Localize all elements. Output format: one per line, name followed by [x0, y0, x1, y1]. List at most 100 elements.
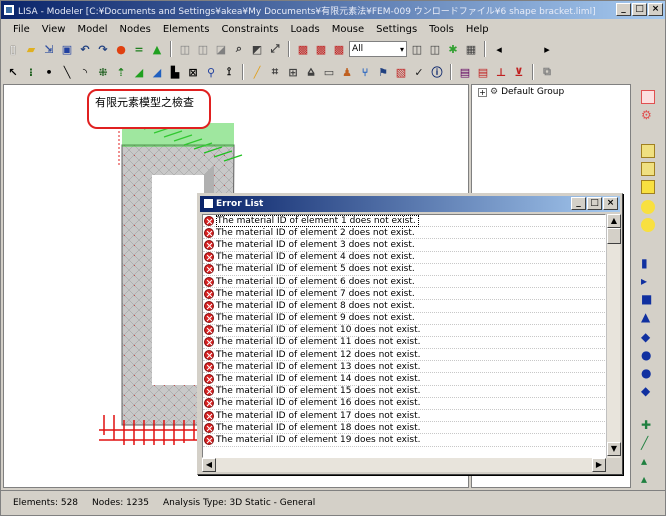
- star-icon[interactable]: ✱: [445, 41, 461, 57]
- shape-icon-3[interactable]: ■: [641, 292, 655, 306]
- resize-grip[interactable]: [606, 458, 620, 472]
- scroll-thumb[interactable]: [607, 228, 621, 244]
- rotate-icon[interactable]: ⤢: [267, 41, 283, 57]
- dialog-maximize-button[interactable]: □: [587, 197, 602, 210]
- error-row[interactable]: The material ID of element 15 does not e…: [203, 386, 605, 398]
- graph-icon[interactable]: ⟟: [221, 64, 237, 80]
- display-icon-3[interactable]: [641, 144, 655, 158]
- fill-icon[interactable]: ▧: [393, 64, 409, 80]
- menu-file[interactable]: File: [7, 24, 36, 35]
- flag-icon[interactable]: ⚑: [375, 64, 391, 80]
- shape-icon[interactable]: ⩠: [303, 64, 319, 80]
- close-button[interactable]: ×: [648, 3, 663, 16]
- shape-icon-8[interactable]: ◆: [641, 384, 655, 398]
- shape-icon-12[interactable]: ▴: [641, 472, 655, 486]
- node-pick-icon[interactable]: ⁝: [23, 64, 39, 80]
- error-row[interactable]: The material ID of element 14 does not e…: [203, 373, 605, 386]
- menu-tools[interactable]: Tools: [423, 24, 460, 35]
- error-row[interactable]: The material ID of element 2 does not ex…: [203, 227, 605, 240]
- error-row[interactable]: The material ID of element 18 does not e…: [203, 422, 605, 435]
- constraint-icon-1[interactable]: ▤: [457, 64, 473, 80]
- triangle-icon[interactable]: ▲: [149, 41, 165, 57]
- menu-settings[interactable]: Settings: [370, 24, 423, 35]
- error-row[interactable]: The material ID of element 9 does not ex…: [203, 313, 605, 325]
- check-model-icon[interactable]: ●: [113, 41, 129, 57]
- box-icon[interactable]: ⊠: [185, 64, 201, 80]
- node-icon[interactable]: •: [41, 64, 57, 80]
- view-icon-1[interactable]: ◫: [177, 41, 193, 57]
- mesh-icon-2[interactable]: ◢: [149, 64, 165, 80]
- element-numbers-icon[interactable]: ▩: [313, 41, 329, 57]
- shape-icon-2[interactable]: ▸: [641, 274, 655, 288]
- scroll-down-icon[interactable]: ▼: [607, 442, 621, 456]
- error-row[interactable]: The material ID of element 13 does not e…: [203, 361, 605, 374]
- group-select[interactable]: All ▾: [349, 41, 407, 57]
- solid-icon[interactable]: ⌗: [267, 64, 283, 80]
- menu-mouse[interactable]: Mouse: [326, 24, 370, 35]
- import-icon[interactable]: ⇲: [41, 41, 57, 57]
- mesh-icon-3[interactable]: ▙: [167, 64, 183, 80]
- shape-icon-10[interactable]: ╱: [641, 436, 655, 450]
- display-icon-4[interactable]: [641, 162, 655, 176]
- scroll-left-icon[interactable]: ◂: [491, 41, 507, 57]
- check-mark-icon[interactable]: ✓: [411, 64, 427, 80]
- error-row[interactable]: The material ID of element 4 does not ex…: [203, 252, 605, 264]
- display-icon-1[interactable]: [641, 90, 655, 104]
- grid-icon[interactable]: ⊞: [285, 64, 301, 80]
- error-row[interactable]: The material ID of element 3 does not ex…: [203, 239, 605, 252]
- shape-icon-9[interactable]: ✚: [641, 418, 655, 432]
- dialog-close-button[interactable]: ×: [603, 197, 618, 210]
- undo-icon[interactable]: ↶: [77, 41, 93, 57]
- show-icon[interactable]: ▩: [331, 41, 347, 57]
- person-icon[interactable]: ♟: [339, 64, 355, 80]
- force-icon-1[interactable]: ⊥: [493, 64, 509, 80]
- paste-icon[interactable]: ◫: [427, 41, 443, 57]
- error-row[interactable]: The material ID of element 1 does not ex…: [203, 215, 605, 228]
- zoom-window-icon[interactable]: ◩: [249, 41, 265, 57]
- scroll-right-icon[interactable]: ▶: [592, 458, 606, 472]
- zoom-icon[interactable]: ⌕: [231, 41, 247, 57]
- props-icon[interactable]: ▦: [463, 41, 479, 57]
- display-icon-6[interactable]: [641, 200, 655, 214]
- error-row[interactable]: The material ID of element 19 does not e…: [203, 434, 605, 447]
- rect-icon[interactable]: ▭: [321, 64, 337, 80]
- error-row[interactable]: The material ID of element 8 does not ex…: [203, 300, 605, 313]
- maximize-button[interactable]: □: [632, 3, 647, 16]
- error-row[interactable]: The material ID of element 17 does not e…: [203, 410, 605, 423]
- select-icon[interactable]: ↖: [5, 64, 21, 80]
- copy-icon[interactable]: ◫: [409, 41, 425, 57]
- display-icon-2[interactable]: ⚙: [641, 108, 655, 122]
- display-icon-5[interactable]: [641, 180, 655, 194]
- shape-icon-1[interactable]: ▮: [641, 256, 655, 270]
- line-icon[interactable]: ╲: [59, 64, 75, 80]
- error-row[interactable]: The material ID of element 16 does not e…: [203, 398, 605, 410]
- error-list[interactable]: The material ID of element 1 does not ex…: [202, 214, 606, 458]
- force-icon-2[interactable]: ⊻: [511, 64, 527, 80]
- view-icon-2[interactable]: ◫: [195, 41, 211, 57]
- view-icon-3[interactable]: ◪: [213, 41, 229, 57]
- arc-icon[interactable]: ◝: [77, 64, 93, 80]
- shape-icon-11[interactable]: ▴: [641, 454, 655, 468]
- measure-icon[interactable]: ⚲: [203, 64, 219, 80]
- menu-nodes[interactable]: Nodes: [114, 24, 157, 35]
- node-numbers-icon[interactable]: ▩: [295, 41, 311, 57]
- error-row[interactable]: The material ID of element 7 does not ex…: [203, 288, 605, 301]
- display-icon-7[interactable]: [641, 218, 655, 232]
- shape-icon-7[interactable]: ●: [641, 366, 655, 380]
- error-row[interactable]: The material ID of element 10 does not e…: [203, 325, 605, 337]
- refine-icon[interactable]: ⁜: [95, 64, 111, 80]
- open-icon[interactable]: ▰: [23, 41, 39, 57]
- equals-icon[interactable]: =: [131, 41, 147, 57]
- minimize-button[interactable]: _: [616, 3, 631, 16]
- shape-icon-4[interactable]: ▲: [641, 310, 655, 324]
- extrude-icon[interactable]: ⇡: [113, 64, 129, 80]
- vertical-scrollbar[interactable]: ▲ ▼: [606, 214, 621, 458]
- redo-icon[interactable]: ↷: [95, 41, 111, 57]
- scroll-right-icon[interactable]: ▸: [539, 41, 555, 57]
- pen-icon[interactable]: ╱: [249, 64, 265, 80]
- info-icon[interactable]: ⓘ: [429, 64, 445, 80]
- scroll-up-icon[interactable]: ▲: [607, 214, 621, 228]
- constraint-icon-2[interactable]: ▤: [475, 64, 491, 80]
- expand-icon[interactable]: +: [478, 87, 487, 97]
- menu-view[interactable]: View: [36, 24, 72, 35]
